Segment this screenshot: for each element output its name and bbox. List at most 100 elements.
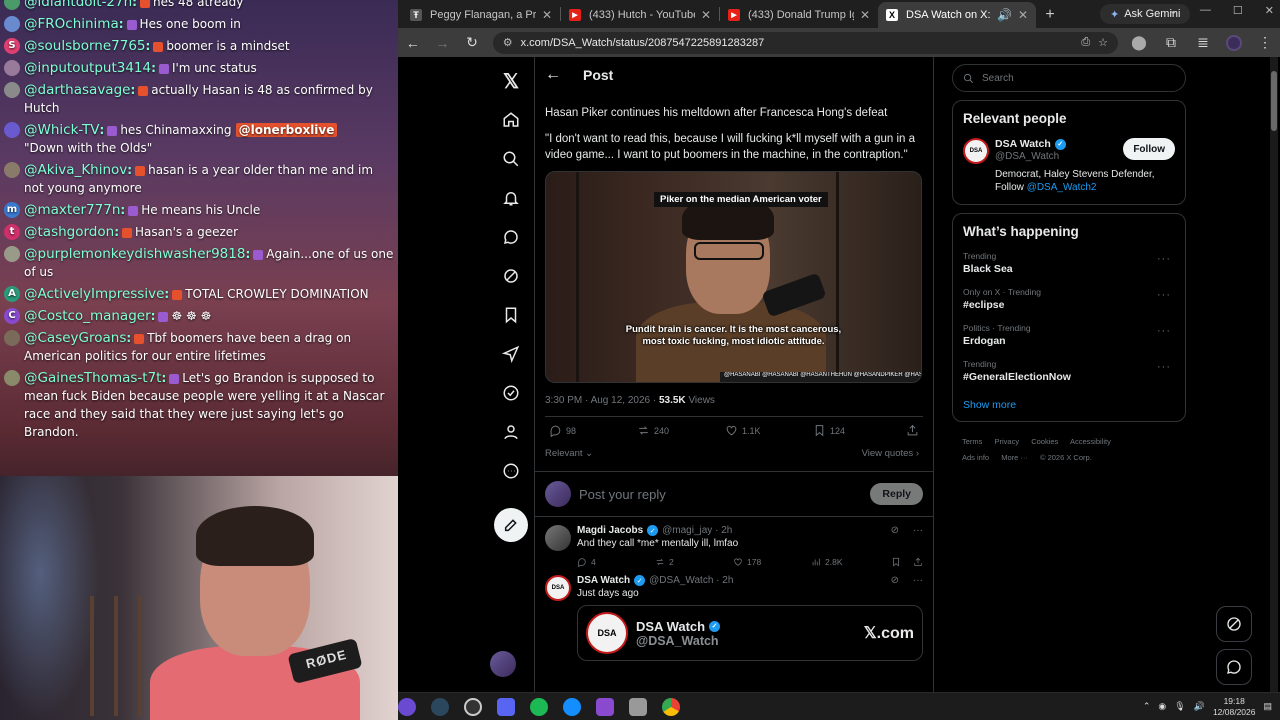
maximize-icon[interactable]: ☐ <box>1233 4 1243 17</box>
grok-fab-button[interactable] <box>1216 606 1252 642</box>
reply-author[interactable]: Magdi Jacobs <box>577 525 643 536</box>
chat-username[interactable]: @CaseyGroans <box>24 330 126 346</box>
chat-username[interactable]: @inputoutput3414 <box>24 60 151 76</box>
reply-input[interactable]: Post your reply <box>579 487 862 502</box>
arc-icon[interactable] <box>398 697 416 716</box>
reading-list-icon[interactable]: ≣ <box>1194 34 1212 52</box>
tab-trump[interactable]: ▶ (433) Donald Trump Ignores W ✕ <box>720 2 878 28</box>
back-arrow-icon[interactable]: ← <box>545 66 561 84</box>
bookmark-icon[interactable] <box>891 557 901 567</box>
menu-icon[interactable]: ⋮ <box>1256 34 1274 52</box>
like-button[interactable]: 1.1K <box>725 424 813 437</box>
chat-username[interactable]: @idiantdoit-27h <box>24 0 132 10</box>
sort-dropdown[interactable]: Relevant ⌄ <box>545 448 593 459</box>
repost-button[interactable]: 240 <box>637 424 725 437</box>
bio-link[interactable]: @DSA_Watch2 <box>1027 182 1097 193</box>
grok-icon[interactable]: ⊘ <box>891 525 899 536</box>
more-dots-icon[interactable]: ··· <box>1157 325 1171 337</box>
reply-submit-button[interactable]: Reply <box>870 483 923 505</box>
discord-icon[interactable] <box>497 697 515 716</box>
chat-username[interactable]: @Costco_manager <box>24 308 151 324</box>
notification-icon[interactable]: ▤ <box>1263 701 1272 712</box>
clock[interactable]: 19:18 12/08/2026 <box>1213 696 1256 718</box>
compose-post-button[interactable] <box>494 508 528 542</box>
embedded-profile-card[interactable]: DSA DSA Watch ✓ @DSA_Watch 𝕏.com <box>577 605 923 661</box>
chat-username[interactable]: @GainesThomas-t7t <box>24 370 161 386</box>
home-icon[interactable] <box>496 105 526 135</box>
reload-icon[interactable]: ↻ <box>463 34 481 52</box>
record-icon[interactable]: ◉ <box>1158 701 1166 712</box>
reply-button[interactable]: 98 <box>549 424 637 437</box>
reply-button[interactable]: 4 <box>577 557 655 567</box>
footer-link[interactable]: More ··· <box>1001 453 1028 462</box>
account-avatar[interactable] <box>490 651 516 677</box>
chat-username[interactable]: @maxter777n <box>24 202 120 218</box>
steam-icon[interactable] <box>431 697 449 716</box>
chat-username[interactable]: @ActivelyImpressive <box>24 286 164 302</box>
footer-link[interactable]: Privacy <box>995 437 1020 446</box>
more-dots-icon[interactable]: ··· <box>1157 289 1171 301</box>
trend-item[interactable]: Trending Black Sea ··· <box>963 251 1175 275</box>
more-dots-icon[interactable]: ··· <box>913 575 923 586</box>
profile-icon[interactable] <box>496 417 526 447</box>
chat-username[interactable]: @soulsborne7765 <box>24 38 146 54</box>
person-name[interactable]: DSA Watch ✓ <box>995 138 1123 150</box>
bookmark-icon[interactable] <box>496 300 526 330</box>
grok-icon[interactable]: ⊘ <box>891 575 899 586</box>
obs-icon[interactable] <box>464 697 482 716</box>
close-icon[interactable]: ✕ <box>860 8 870 22</box>
tab-peggy[interactable]: Ŧ Peggy Flanagan, a Progressive ✕ <box>402 2 560 28</box>
new-tab-button[interactable]: + <box>1036 2 1064 28</box>
close-window-icon[interactable]: ✕ <box>1265 4 1274 17</box>
avatar[interactable] <box>545 525 571 551</box>
search-input[interactable] <box>982 72 1162 84</box>
dsa-watch-avatar[interactable]: DSA <box>545 575 571 601</box>
post-time[interactable]: 3:30 PM · Aug 12, 2026 · <box>545 395 656 406</box>
close-icon[interactable]: ✕ <box>701 8 711 22</box>
search-icon[interactable] <box>496 144 526 174</box>
puzzle-icon[interactable]: ⧉ <box>1162 34 1180 52</box>
volume-icon[interactable]: 🔊 <box>1194 701 1205 712</box>
x-logo-icon[interactable]: 𝕏 <box>496 66 526 96</box>
views-button[interactable]: 2.8K <box>811 557 889 567</box>
trend-item[interactable]: Trending #GeneralElectionNow ··· <box>963 359 1175 383</box>
dropdown-icon[interactable]: ⌄ <box>1169 4 1178 17</box>
spotify-icon[interactable] <box>530 697 548 716</box>
show-more-link[interactable]: Show more <box>963 399 1175 411</box>
verified-icon[interactable] <box>496 378 526 408</box>
close-icon[interactable]: ✕ <box>542 8 552 22</box>
profile-avatar[interactable] <box>1226 34 1243 51</box>
site-info-icon[interactable]: ⚙ <box>503 36 513 49</box>
crystal-icon[interactable] <box>596 697 614 716</box>
more-dots-icon[interactable]: ··· <box>1157 361 1171 373</box>
trend-item[interactable]: Politics · Trending Erdogan ··· <box>963 323 1175 347</box>
chrome-icon[interactable] <box>662 697 680 716</box>
tab-hutch[interactable]: ▶ (433) Hutch - YouTube ✕ <box>561 2 719 28</box>
game-icon[interactable] <box>629 697 647 716</box>
grok-icon[interactable] <box>496 261 526 291</box>
more-dots-icon[interactable]: ··· <box>1157 253 1171 265</box>
forward-icon[interactable]: → <box>434 34 452 52</box>
chat-username[interactable]: @darthasavage <box>24 82 130 98</box>
address-bar[interactable]: ⚙ x.com/DSA_Watch/status/208754722589128… <box>492 31 1119 54</box>
chat-username[interactable]: @purplemonkeydishwasher9818 <box>24 246 245 262</box>
bookmark-button[interactable]: 124 <box>813 424 901 437</box>
search-box[interactable] <box>952 64 1186 92</box>
chat-username[interactable]: @FROchinima <box>24 16 119 32</box>
more-dots-icon[interactable]: ··· <box>913 525 923 536</box>
share-button[interactable] <box>906 424 919 437</box>
scrollbar-thumb[interactable] <box>1271 71 1277 131</box>
page-scrollbar[interactable] <box>1270 57 1278 692</box>
bookmark-star-icon[interactable]: ☆ <box>1098 36 1108 49</box>
post-video[interactable]: Piker on the median American voter Pundi… <box>545 171 922 383</box>
reply-author[interactable]: DSA Watch <box>577 575 630 586</box>
tab-dsa-watch[interactable]: X DSA Watch on X: "Hasan P 🔊 ✕ <box>878 2 1036 28</box>
share-icon[interactable] <box>913 557 923 567</box>
view-quotes-link[interactable]: View quotes › <box>862 448 919 459</box>
back-icon[interactable]: ← <box>404 34 422 52</box>
trend-item[interactable]: Only on X · Trending #eclipse ··· <box>963 287 1175 311</box>
speaker-icon[interactable]: 🔊 <box>997 8 1012 22</box>
bell-icon[interactable] <box>496 183 526 213</box>
dsa-watch-avatar[interactable]: DSA <box>963 138 989 164</box>
chat-username[interactable]: @tashgordon <box>24 224 114 240</box>
